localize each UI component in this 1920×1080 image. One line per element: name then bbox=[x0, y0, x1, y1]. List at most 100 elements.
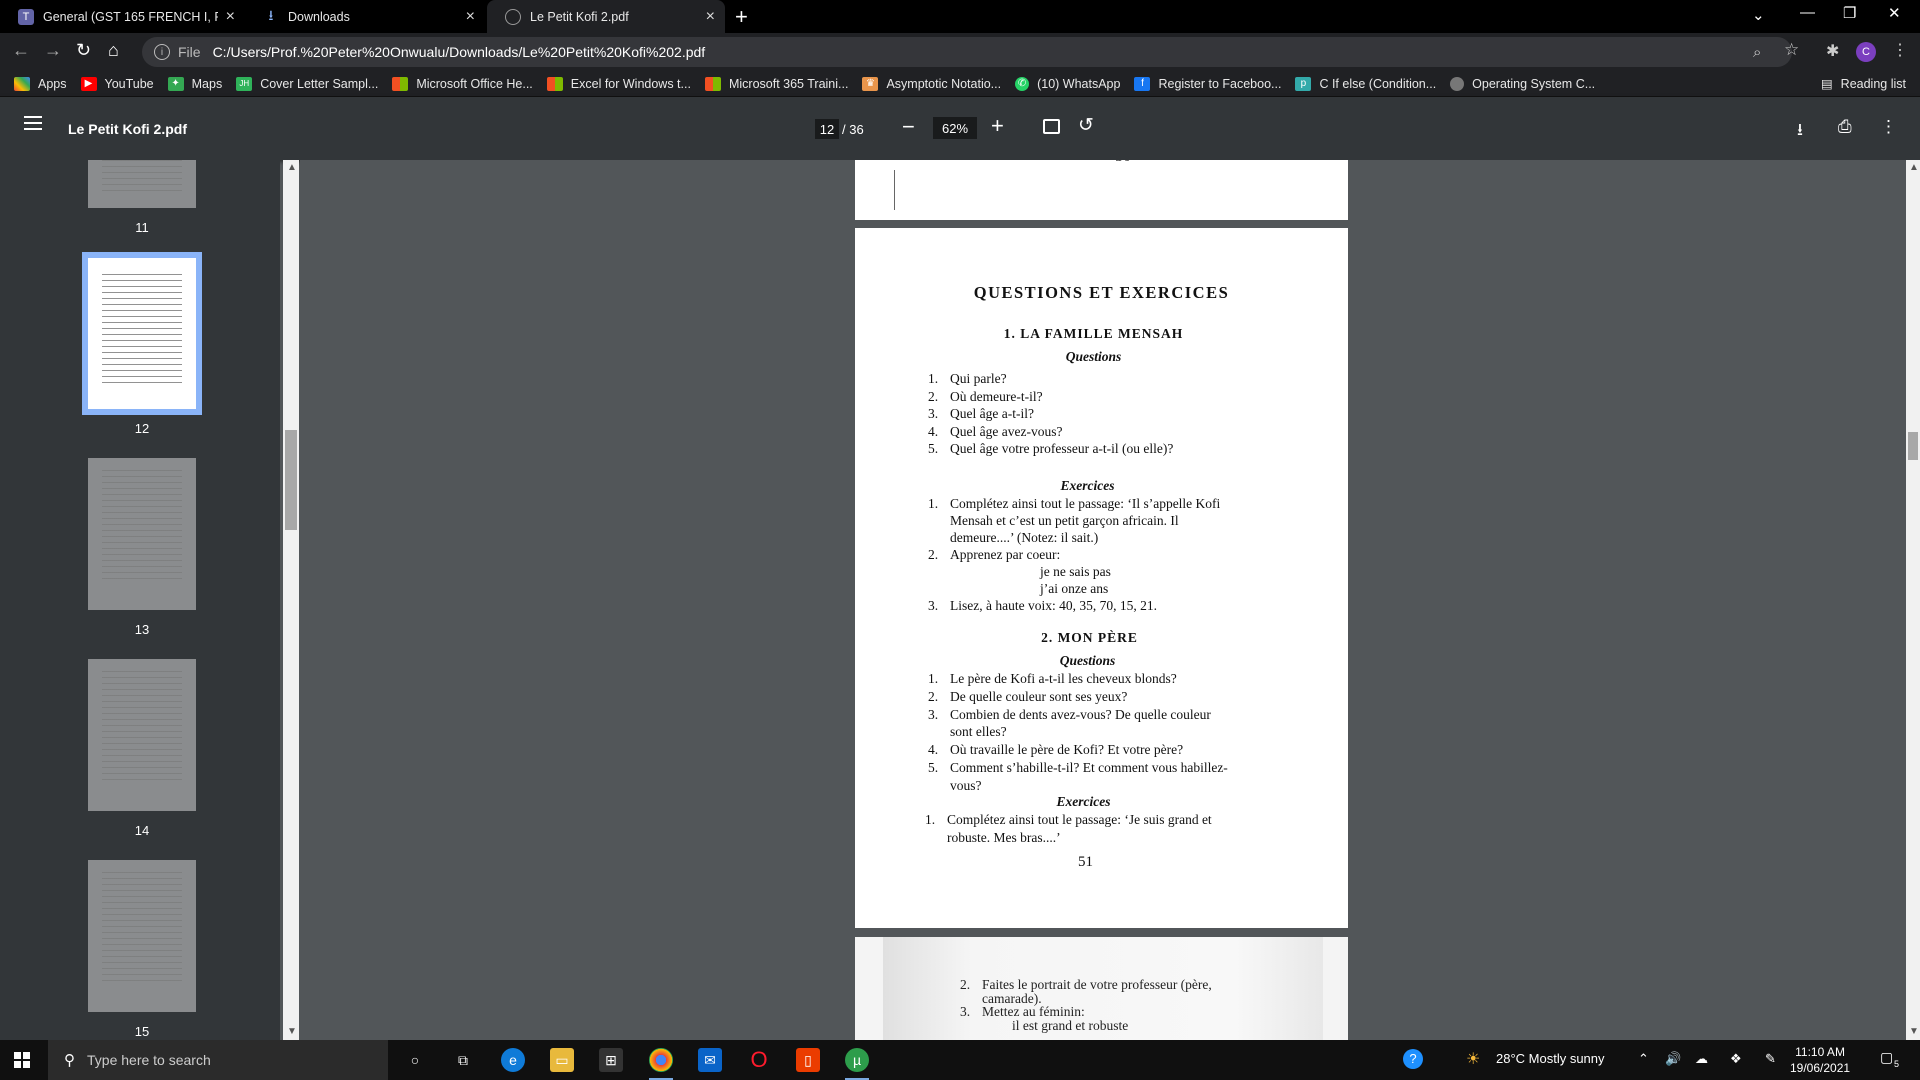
windows-start-icon[interactable] bbox=[14, 1052, 30, 1068]
whatsapp-icon: ✆ bbox=[1015, 76, 1030, 91]
taskbar-search[interactable]: ⚲ Type here to search bbox=[48, 1040, 388, 1080]
opera-icon[interactable]: O bbox=[747, 1047, 771, 1072]
scroll-down-icon[interactable]: ▼ bbox=[287, 1026, 297, 1037]
clock-date: 19/06/2021 bbox=[1790, 1061, 1851, 1075]
edge-icon[interactable]: e bbox=[501, 1048, 525, 1072]
thumbnail-page-13[interactable] bbox=[88, 458, 196, 610]
thumbnail-page-14[interactable] bbox=[88, 659, 196, 811]
bookmark-asymptotic[interactable]: ♛ Asymptotic Notatio... bbox=[862, 76, 1002, 91]
close-icon[interactable]: × bbox=[466, 8, 475, 26]
bookmark-m365[interactable]: Microsoft 365 Traini... bbox=[704, 76, 848, 91]
tab-search-icon[interactable]: ⌄ bbox=[1752, 6, 1765, 24]
section-title: 2. MON PÈRE bbox=[1041, 630, 1138, 645]
bookmark-label: Microsoft Office He... bbox=[416, 76, 533, 91]
list-item: Mensah et c’est un petit garçon africain… bbox=[928, 513, 1179, 529]
sidebar-scrollbar[interactable] bbox=[283, 160, 299, 1040]
new-tab-button[interactable]: + bbox=[735, 4, 748, 30]
page-heading: QUESTIONS ET EXERCICES bbox=[973, 283, 1230, 302]
list-item: 1. Complétez ainsi tout le passage: ‘Il s… bbox=[928, 496, 1220, 512]
dropbox-icon[interactable]: ❖ bbox=[1730, 1051, 1742, 1067]
scroll-up-icon[interactable]: ▲ bbox=[287, 162, 297, 173]
url-text[interactable]: C:/Users/Prof.%20Peter%20Onwualu/Downloa… bbox=[213, 44, 706, 60]
page-number-input[interactable]: 12 bbox=[815, 119, 839, 139]
utorrent-icon[interactable]: µ bbox=[845, 1048, 869, 1080]
page-number: 50 bbox=[1115, 160, 1131, 166]
reading-list-button[interactable]: ▤ Reading list bbox=[1821, 76, 1906, 92]
close-window-button[interactable]: ✕ bbox=[1888, 4, 1901, 22]
back-icon[interactable]: ← bbox=[12, 40, 30, 61]
bookmark-youtube[interactable]: ▶ YouTube bbox=[80, 76, 154, 91]
store-icon[interactable]: ⊞ bbox=[599, 1048, 623, 1072]
fit-page-icon[interactable] bbox=[1043, 119, 1060, 134]
tab-pdf[interactable]: Le Petit Kofi 2.pdf × bbox=[487, 0, 725, 33]
cortana-icon[interactable]: ○ bbox=[403, 1048, 427, 1072]
list-item: robuste. Mes bras....’ bbox=[925, 830, 1061, 846]
notification-icon[interactable]: ▢ bbox=[1880, 1049, 1893, 1066]
document-viewer[interactable]: 50 QUESTIONS ET EXERCICES 1. LA FAMILLE … bbox=[300, 160, 1906, 1040]
file-explorer-icon[interactable]: ▭ bbox=[550, 1048, 574, 1072]
bookmark-maps[interactable]: ✦ Maps bbox=[167, 76, 222, 91]
weather-text[interactable]: 28°C Mostly sunny bbox=[1496, 1051, 1605, 1066]
forward-icon[interactable]: → bbox=[44, 40, 62, 61]
speaker-icon[interactable]: 🔊 bbox=[1665, 1051, 1681, 1067]
chrome-icon[interactable] bbox=[649, 1048, 673, 1080]
thumbnail-page-15[interactable] bbox=[88, 860, 196, 1012]
bookmark-cover-letter[interactable]: JH Cover Letter Sampl... bbox=[236, 76, 378, 91]
info-icon[interactable]: i bbox=[154, 44, 170, 60]
rotate-icon[interactable]: ↺ bbox=[1078, 114, 1094, 137]
main-scrollbar[interactable] bbox=[1906, 160, 1920, 1040]
office-icon[interactable]: ▯ bbox=[796, 1048, 820, 1072]
scroll-down-icon[interactable]: ▼ bbox=[1909, 1026, 1919, 1037]
thumbnail-page-11[interactable] bbox=[88, 160, 196, 208]
bookmark-label: Asymptotic Notatio... bbox=[886, 76, 1002, 91]
sidebar-scroll-thumb[interactable] bbox=[285, 430, 297, 530]
bookmark-excel[interactable]: Excel for Windows t... bbox=[546, 76, 691, 91]
restore-button[interactable]: ❐ bbox=[1843, 4, 1856, 22]
mail-icon[interactable]: ✉ bbox=[698, 1048, 722, 1072]
thumbnail-page-12[interactable] bbox=[82, 252, 202, 415]
bookmark-label: (10) WhatsApp bbox=[1037, 76, 1121, 91]
bookmark-apps[interactable]: Apps bbox=[14, 76, 67, 91]
help-icon[interactable]: ? bbox=[1403, 1049, 1423, 1069]
chevron-up-icon[interactable]: ⌃ bbox=[1638, 1051, 1649, 1067]
browser-menu-icon[interactable]: ⋮ bbox=[1892, 40, 1908, 60]
bookmark-c-if-else[interactable]: p C If else (Condition... bbox=[1295, 76, 1436, 91]
bookmark-office-help[interactable]: Microsoft Office He... bbox=[392, 76, 533, 91]
item-text: Lisez, à haute voix: 40, 35, 70, 15, 21. bbox=[950, 598, 1157, 613]
bookmark-star-icon[interactable]: ☆ bbox=[1784, 40, 1799, 60]
zoom-in-button[interactable]: + bbox=[991, 113, 1004, 139]
item-number: 4. bbox=[928, 423, 939, 439]
bookmark-os[interactable]: Operating System C... bbox=[1450, 76, 1595, 91]
address-bar[interactable]: i File C:/Users/Prof.%20Peter%20Onwualu/… bbox=[142, 37, 1792, 67]
extensions-icon[interactable]: ✱ bbox=[1826, 41, 1839, 61]
search-icon: ⚲ bbox=[64, 1052, 75, 1069]
tab-downloads[interactable]: ⭳ Downloads × bbox=[245, 0, 485, 33]
bookmark-whatsapp[interactable]: ✆ (10) WhatsApp bbox=[1015, 76, 1121, 91]
more-options-icon[interactable]: ⋮ bbox=[1880, 117, 1897, 137]
zoom-icon[interactable]: ⌕ bbox=[1753, 44, 1761, 61]
main-scroll-thumb[interactable] bbox=[1908, 432, 1918, 460]
zoom-out-button[interactable]: − bbox=[902, 114, 915, 140]
bookmark-facebook[interactable]: f Register to Faceboo... bbox=[1134, 76, 1281, 91]
hamburger-menu-icon[interactable] bbox=[24, 116, 42, 130]
download-icon[interactable]: ⭳ bbox=[1797, 117, 1803, 146]
print-icon[interactable]: ⎙ bbox=[1838, 117, 1852, 137]
home-icon[interactable]: ⌂ bbox=[108, 40, 119, 61]
clock[interactable]: 11:10 AM 19/06/2021 bbox=[1790, 1044, 1850, 1076]
minimize-button[interactable]: — bbox=[1800, 4, 1815, 21]
tab-teams[interactable]: T General (GST 165 FRENCH I, FAC × bbox=[0, 0, 245, 33]
profile-avatar[interactable]: C bbox=[1856, 42, 1876, 62]
scroll-up-icon[interactable]: ▲ bbox=[1909, 162, 1919, 173]
onedrive-icon[interactable]: ☁ bbox=[1695, 1051, 1708, 1067]
close-icon[interactable]: × bbox=[706, 8, 715, 26]
zoom-input[interactable]: 62% bbox=[933, 117, 977, 139]
pdf-page-next: 2. Faites le portrait de votre professeur… bbox=[855, 937, 1348, 1040]
item-number: 3. bbox=[928, 706, 939, 722]
task-view-icon[interactable]: ⧉ bbox=[451, 1048, 475, 1072]
reload-icon[interactable]: ↻ bbox=[76, 40, 91, 61]
pen-icon[interactable]: ✎ bbox=[1765, 1051, 1776, 1067]
thumbnail-label: 13 bbox=[134, 622, 150, 637]
weather-icon[interactable]: ☀ bbox=[1466, 1049, 1480, 1069]
facebook-icon: f bbox=[1134, 76, 1151, 91]
close-icon[interactable]: × bbox=[226, 8, 235, 26]
